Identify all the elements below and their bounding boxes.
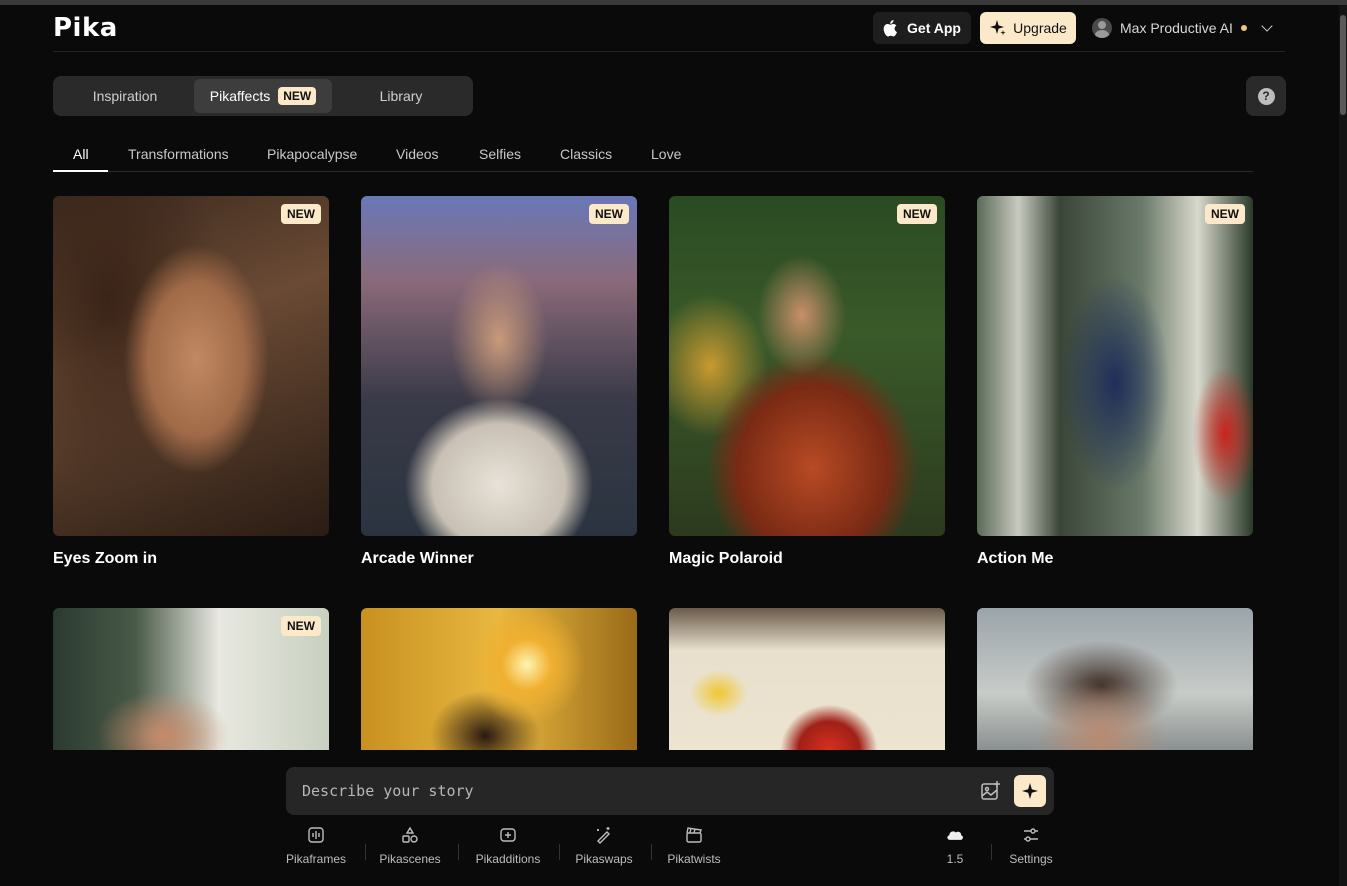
user-name: Max Productive AI: [1120, 20, 1233, 36]
effect-title: Action Me: [977, 550, 1054, 567]
tool-pikascenes[interactable]: Pikascenes: [370, 826, 450, 876]
magic-wand-icon: [597, 827, 610, 844]
effect-title: Magic Polaroid: [669, 550, 783, 567]
app-header: Pika Get App Upgrade Max Productive AI: [53, 5, 1285, 52]
category-videos[interactable]: Videos: [396, 146, 439, 162]
help-button[interactable]: ?: [1246, 76, 1286, 116]
tool-label: Pikadditions: [475, 852, 541, 866]
new-badge: NEW: [589, 204, 629, 224]
category-selfies[interactable]: Selfies: [479, 146, 521, 162]
prompt-bar: [286, 767, 1054, 815]
effect-thumbnail[interactable]: NEW: [53, 196, 329, 536]
tool-label: Settings: [1009, 852, 1053, 866]
category-classics[interactable]: Classics: [560, 146, 612, 162]
effect-card-action-me[interactable]: NEW Action Me: [977, 196, 1253, 568]
active-tab-indicator: [53, 170, 108, 172]
model-version: 1.5: [946, 852, 964, 866]
upgrade-label: Upgrade: [1013, 20, 1067, 36]
shapes-icon: [402, 826, 418, 843]
sparkle-icon: [990, 20, 1006, 36]
divider: [651, 844, 652, 860]
tool-pikatwists[interactable]: Pikatwists: [654, 826, 734, 876]
tool-label: Pikaswaps: [575, 852, 633, 866]
tool-settings[interactable]: Settings: [991, 826, 1071, 876]
category-transformations[interactable]: Transformations: [128, 146, 229, 162]
new-badge: NEW: [278, 87, 317, 105]
upgrade-button[interactable]: Upgrade: [980, 12, 1076, 44]
tool-label: Pikatwists: [667, 852, 721, 866]
tab-label: Inspiration: [92, 88, 158, 104]
effect-thumbnail[interactable]: NEW: [361, 196, 637, 536]
new-badge: NEW: [1205, 204, 1245, 224]
pika-logo[interactable]: Pika: [53, 13, 118, 43]
category-all[interactable]: All: [73, 146, 89, 162]
tool-pikaframes[interactable]: Pikaframes: [276, 826, 356, 876]
effect-thumbnail[interactable]: [361, 608, 637, 750]
new-badge: NEW: [281, 616, 321, 636]
add-image-icon[interactable]: [980, 780, 1002, 802]
divider: [365, 844, 366, 860]
tab-inspiration[interactable]: Inspiration: [56, 79, 194, 113]
user-menu[interactable]: Max Productive AI: [1092, 16, 1273, 40]
tool-pikadditions[interactable]: Pikadditions: [468, 826, 548, 876]
status-dot: [1240, 25, 1247, 31]
effect-card[interactable]: [669, 608, 945, 750]
effect-thumbnail[interactable]: NEW: [669, 196, 945, 536]
effect-card[interactable]: [361, 608, 637, 750]
tab-label: Library: [379, 88, 423, 104]
divider: [458, 844, 459, 860]
help-icon: ?: [1257, 87, 1275, 105]
sparkle-icon: [1022, 783, 1038, 799]
apple-icon: [883, 20, 898, 37]
effect-thumbnail[interactable]: [669, 608, 945, 750]
scrollbar-thumb[interactable]: [1340, 15, 1346, 115]
category-love[interactable]: Love: [651, 146, 681, 162]
main-tabs: Inspiration Pikaffects NEW Library: [53, 76, 473, 116]
tab-label: Pikaffects: [209, 88, 271, 104]
story-input[interactable]: [302, 777, 942, 805]
get-app-button[interactable]: Get App: [873, 12, 971, 44]
effect-card-eyes-zoom-in[interactable]: NEW Eyes Zoom in: [53, 196, 329, 568]
add-frame-icon: [500, 828, 516, 842]
tool-label: Pikaframes: [285, 852, 347, 866]
get-app-label: Get App: [907, 20, 961, 36]
tab-library[interactable]: Library: [332, 79, 470, 113]
effect-card[interactable]: NEW: [53, 608, 329, 750]
cloud-icon: [947, 831, 963, 840]
model-version-selector[interactable]: 1.5: [915, 826, 995, 876]
divider: [559, 844, 560, 860]
effect-thumbnail[interactable]: NEW: [977, 196, 1253, 536]
effect-title: Eyes Zoom in: [53, 550, 158, 567]
new-badge: NEW: [281, 204, 321, 224]
effect-card[interactable]: [977, 608, 1253, 750]
tool-label: Pikascenes: [379, 852, 441, 866]
generate-button[interactable]: [1014, 775, 1046, 807]
frames-icon: [308, 827, 324, 843]
effect-title: Arcade Winner: [361, 550, 474, 567]
tab-pikaffects[interactable]: Pikaffects NEW: [194, 79, 332, 113]
category-pikapocalypse[interactable]: Pikapocalypse: [267, 146, 357, 162]
chevron-down-icon: [1261, 20, 1273, 32]
sliders-icon: [1024, 828, 1038, 842]
effect-thumbnail[interactable]: NEW: [53, 608, 329, 750]
avatar: [1092, 18, 1112, 38]
scrollbar-track[interactable]: [1339, 5, 1347, 886]
effect-card-magic-polaroid[interactable]: NEW Magic Polaroid: [669, 196, 945, 568]
new-badge: NEW: [897, 204, 937, 224]
category-tabs: All Transformations Pikapocalypse Videos…: [53, 137, 1253, 172]
tool-pikaswaps[interactable]: Pikaswaps: [564, 826, 644, 876]
clapperboard-icon: [686, 827, 702, 843]
effect-thumbnail[interactable]: [977, 608, 1253, 750]
effect-card-arcade-winner[interactable]: NEW Arcade Winner: [361, 196, 637, 568]
